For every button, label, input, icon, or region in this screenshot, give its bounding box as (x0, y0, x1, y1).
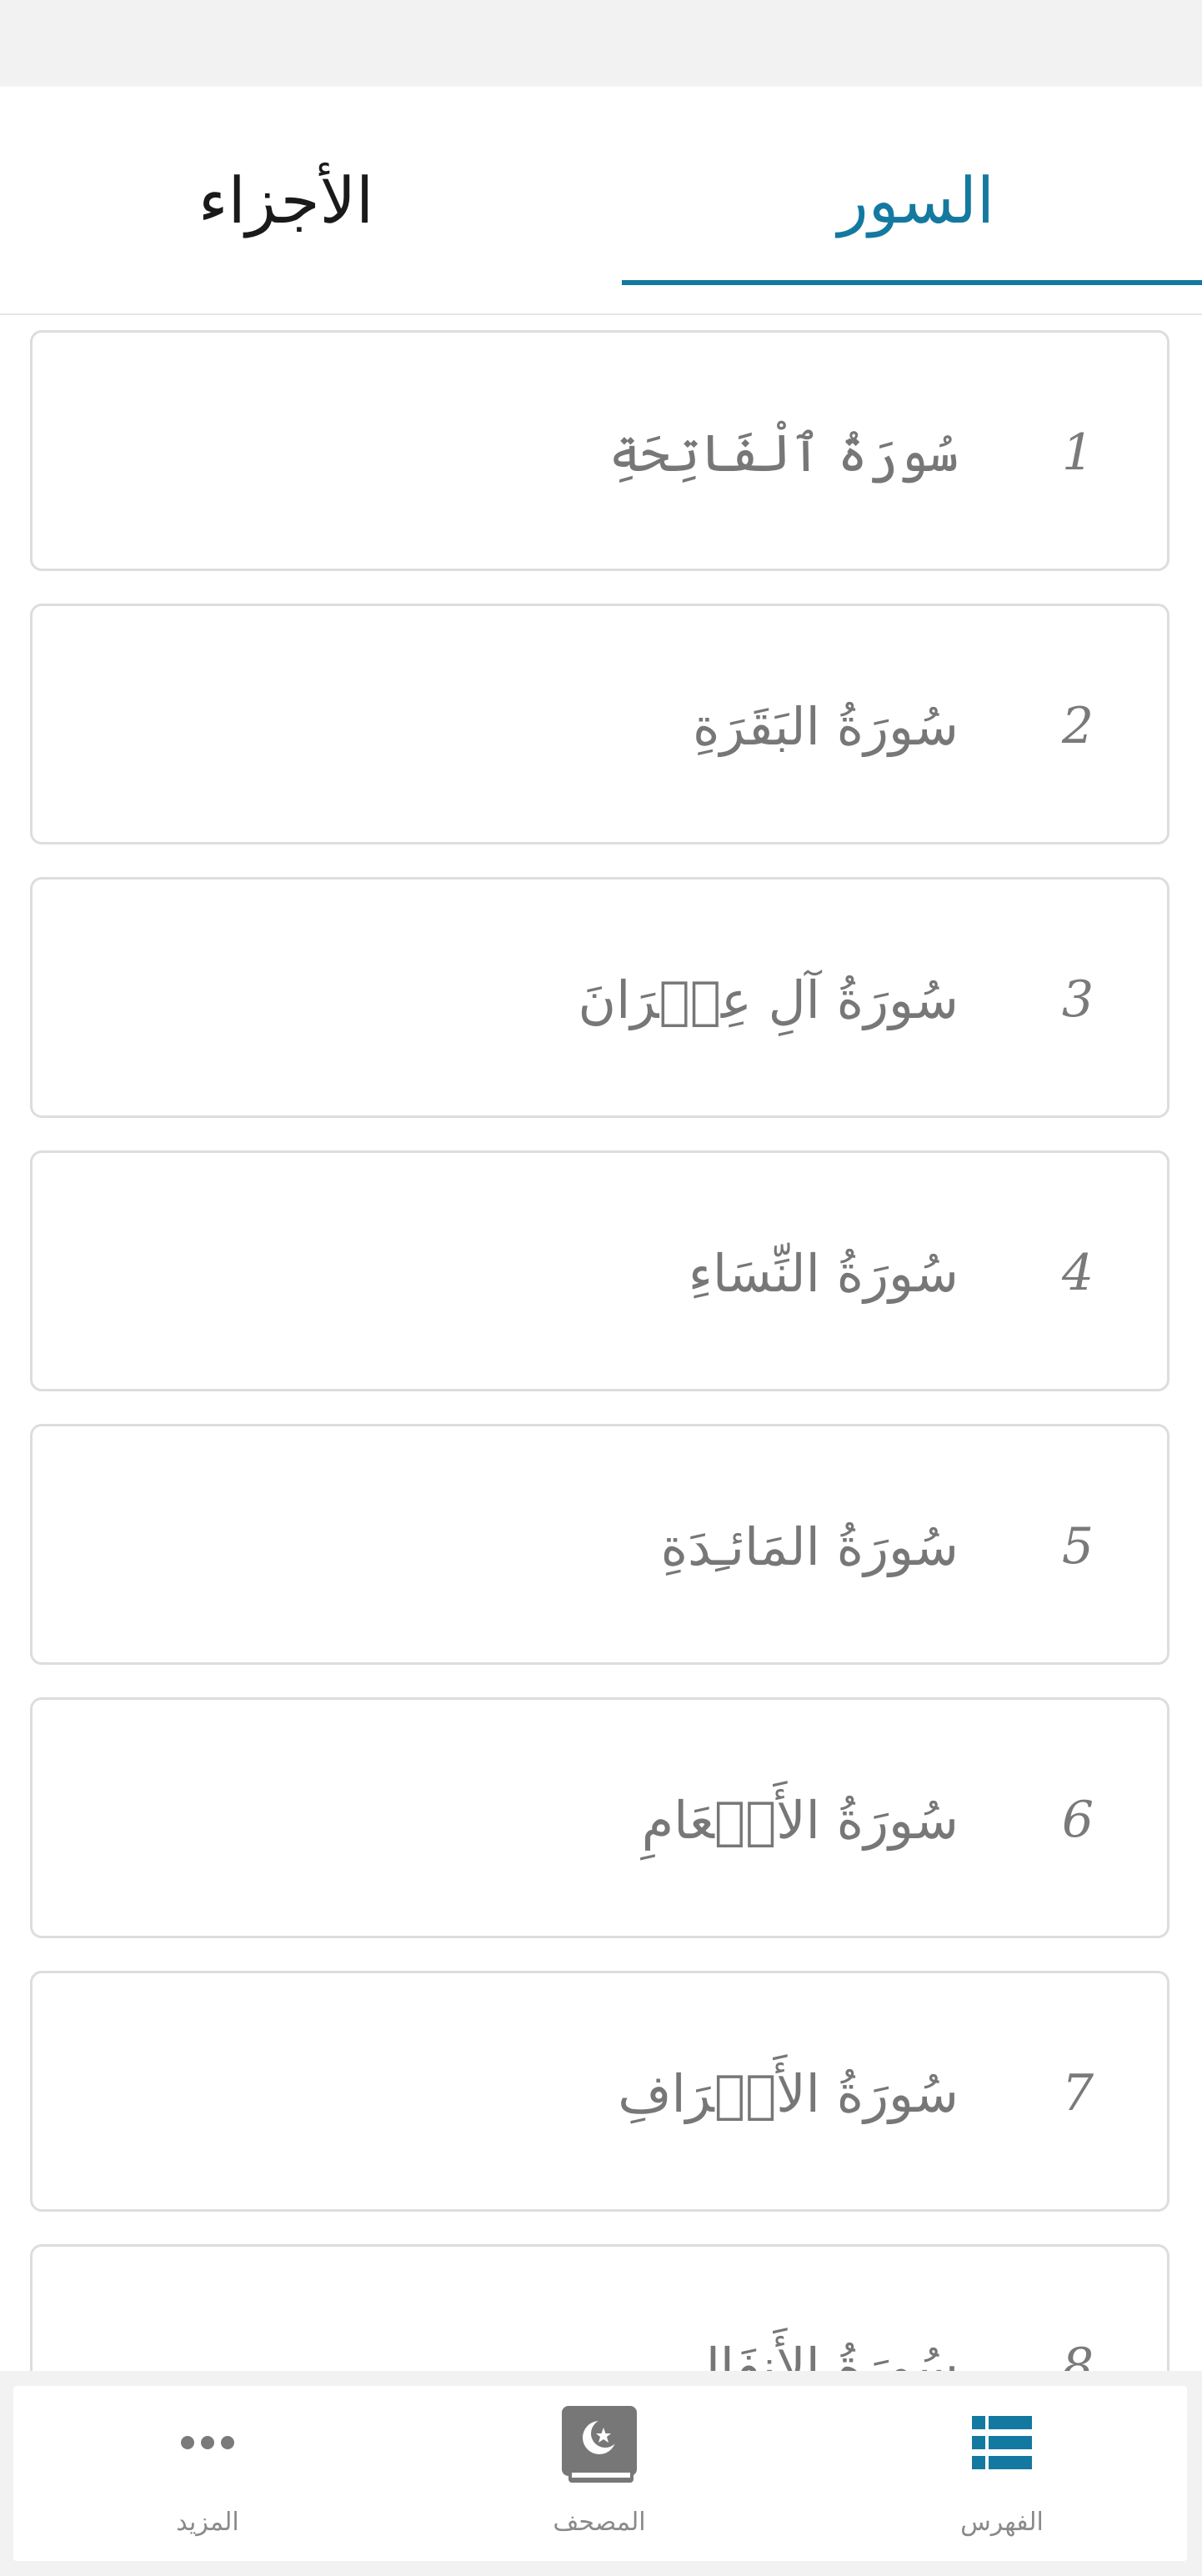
nav-index[interactable]: الفهرس (877, 2386, 1127, 2561)
surah-name: سُورَةُ الأَنفَالِ (682, 2337, 959, 2371)
surah-card[interactable]: 4 سُورَةُ النِّسَاءِ (30, 1150, 1169, 1391)
nav-mushaf[interactable]: المصحف (474, 2386, 724, 2561)
nav-index-label: الفهرس (960, 2508, 1044, 2537)
app-screen: السور الأجزاء 1 سُورَةُ ٱلْفَاتِحَةِ 2 س… (0, 0, 1202, 2576)
nav-more[interactable]: المزيد (83, 2386, 333, 2561)
surah-card[interactable]: 3 سُورَةُ آلِ عِمۡرَانَ (30, 877, 1169, 1118)
more-dots-icon (181, 2436, 234, 2449)
surah-number: 5 (1061, 1517, 1094, 1576)
tab-surahs-label: السور (837, 163, 995, 238)
tab-surahs[interactable]: السور (622, 87, 1202, 313)
surah-number: 6 (1061, 1791, 1094, 1849)
surah-number: 2 (1061, 697, 1094, 755)
surah-card[interactable]: 2 سُورَةُ البَقَرَةِ (30, 604, 1169, 844)
surah-number: 8 (1061, 2338, 1094, 2371)
surah-name: سُورَةُ آلِ عِمۡرَانَ (578, 970, 959, 1030)
surah-card[interactable]: 6 سُورَةُ الأَنۡعَامِ (30, 1697, 1169, 1938)
nav-more-label: المزيد (176, 2508, 239, 2537)
tab-juz-label: الأجزاء (198, 163, 374, 238)
surah-name: سُورَةُ الأَعۡرَافِ (618, 2063, 959, 2124)
surah-number: 4 (1061, 1244, 1094, 1302)
tab-bar: السور الأجزاء (0, 87, 1202, 315)
surah-card[interactable]: 7 سُورَةُ الأَعۡرَافِ (30, 1971, 1169, 2212)
tab-juz[interactable]: الأجزاء (0, 87, 622, 313)
surah-number: 1 (1061, 423, 1094, 482)
surah-name: سُورَةُ البَقَرَةِ (693, 696, 959, 757)
surah-name: سُورَةُ ٱلْفَاتِحَةِ (609, 423, 959, 484)
bottom-navigation-bar: الفهرس المصحف المزيد (13, 2386, 1187, 2561)
surah-card[interactable]: 8 سُورَةُ الأَنفَالِ (30, 2244, 1169, 2371)
surah-number: 3 (1061, 970, 1094, 1029)
surah-name: سُورَةُ النِّسَاءِ (688, 1243, 959, 1304)
surah-card[interactable]: 5 سُورَةُ المَائـِدَةِ (30, 1424, 1169, 1665)
status-bar (0, 0, 1202, 87)
surah-list[interactable]: 1 سُورَةُ ٱلْفَاتِحَةِ 2 سُورَةُ البَقَر… (0, 315, 1202, 2371)
surah-number: 7 (1061, 2064, 1094, 2122)
surah-name: سُورَةُ الأَنۡعَامِ (641, 1790, 959, 1851)
nav-mushaf-label: المصحف (553, 2508, 646, 2537)
list-icon (972, 2416, 1032, 2469)
bottom-navigation: الفهرس المصحف المزيد (0, 2371, 1202, 2576)
surah-name: سُورَةُ المَائـِدَةِ (660, 1516, 959, 1577)
surah-card[interactable]: 1 سُورَةُ ٱلْفَاتِحَةِ (30, 330, 1169, 571)
quran-book-icon (562, 2406, 637, 2483)
